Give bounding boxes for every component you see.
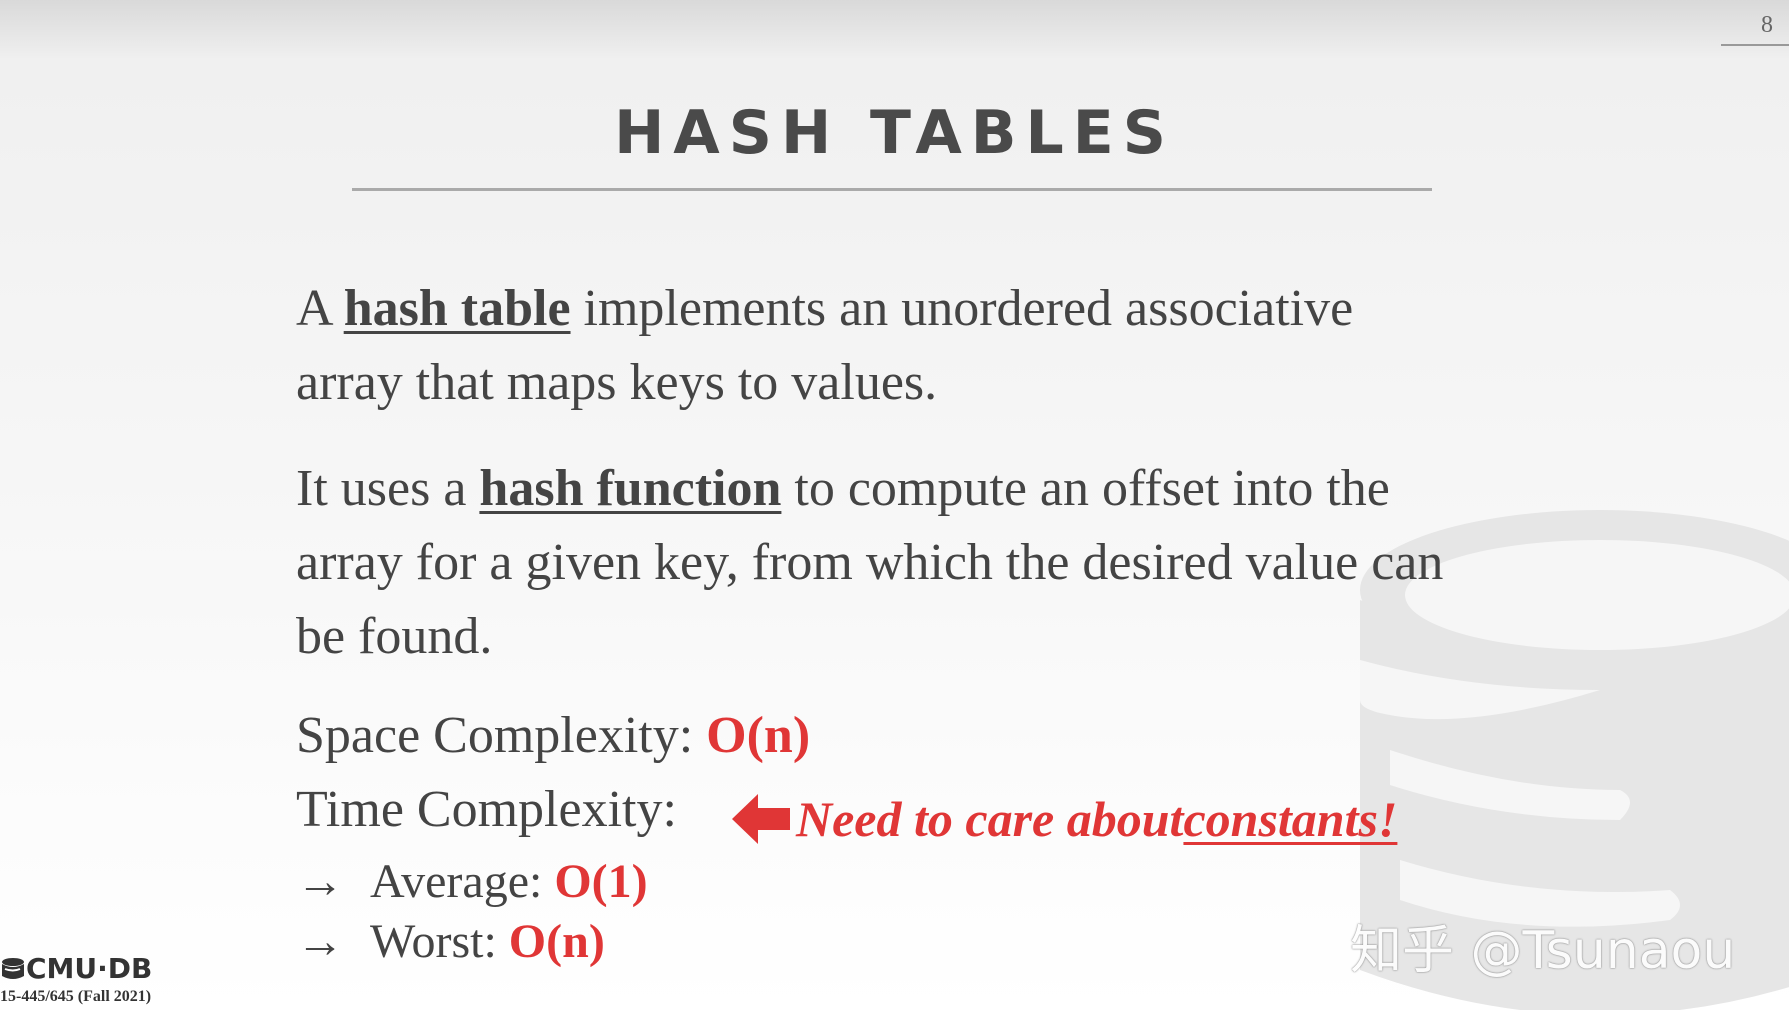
p2-prefix: It uses a — [296, 460, 480, 517]
average-case: → Average: O(1) — [296, 854, 648, 909]
space-complexity: Space Complexity: O(n) — [296, 706, 810, 765]
bullet-arrow: → — [296, 855, 344, 908]
slide-title: HASH TABLES — [614, 98, 1175, 168]
average-value: O(1) — [554, 855, 648, 908]
cmu-db-logo: CMU·DB — [0, 952, 152, 985]
database-logo-icon — [2, 957, 24, 979]
time-label: Time Complexity: — [296, 781, 677, 838]
p1-term: hash table — [343, 280, 571, 337]
worst-label: Worst: — [370, 915, 509, 968]
constants-note: Need to care about constants! — [732, 790, 1397, 848]
left-arrow-icon — [732, 794, 790, 844]
note-emphasis: constants! — [1183, 791, 1398, 847]
average-label: Average: — [370, 855, 555, 908]
note-text: Need to care about — [796, 791, 1184, 847]
p2-term: hash function — [479, 460, 782, 517]
space-label: Space Complexity: — [296, 707, 707, 764]
logo-text: CMU·DB — [26, 952, 153, 985]
p1-prefix: A — [296, 280, 344, 337]
page-number-rule — [1721, 44, 1789, 46]
worst-case: → Worst: O(n) — [296, 914, 605, 969]
bullet-arrow: → — [296, 915, 344, 968]
hash-table-definition: A hash table implements an unordered ass… — [296, 272, 1446, 420]
title-divider — [352, 188, 1432, 191]
space-value: O(n) — [706, 707, 811, 764]
worst-value: O(n) — [508, 915, 605, 968]
zhihu-watermark: 知乎 @Tsunaou — [1350, 921, 1736, 981]
time-complexity: Time Complexity: — [296, 780, 677, 839]
page-number: 8 — [1761, 12, 1773, 38]
hash-function-definition: It uses a hash function to compute an of… — [296, 452, 1496, 674]
course-label: 15-445/645 (Fall 2021) — [0, 988, 152, 1005]
